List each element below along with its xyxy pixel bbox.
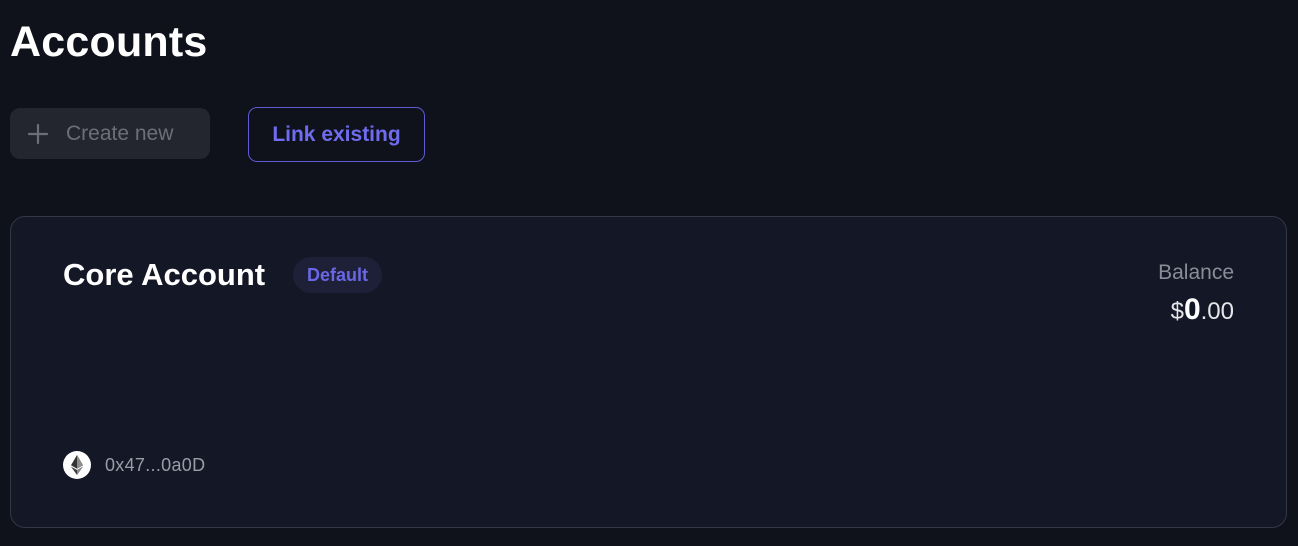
- balance-whole: 0: [1183, 293, 1201, 326]
- ethereum-icon: [63, 451, 91, 479]
- account-name: Core Account: [63, 257, 266, 292]
- address-row[interactable]: 0x47...0a0D: [63, 451, 205, 479]
- link-existing-button[interactable]: Link existing: [248, 107, 425, 162]
- page-title: Accounts: [10, 18, 208, 66]
- link-existing-label: Link existing: [272, 122, 401, 146]
- plus-icon: [26, 122, 50, 146]
- account-address: 0x47...0a0D: [105, 454, 206, 475]
- account-card[interactable]: Core Account Default Balance $0.00 0x47.…: [10, 216, 1287, 528]
- default-badge: Default: [293, 257, 383, 293]
- create-new-button[interactable]: Create new: [10, 108, 210, 159]
- balance-fraction: .00: [1200, 298, 1234, 325]
- balance-currency: $: [1170, 298, 1184, 325]
- balance-value: $0.00: [1171, 293, 1234, 327]
- create-new-label: Create new: [66, 121, 174, 145]
- balance-label: Balance: [1158, 261, 1234, 284]
